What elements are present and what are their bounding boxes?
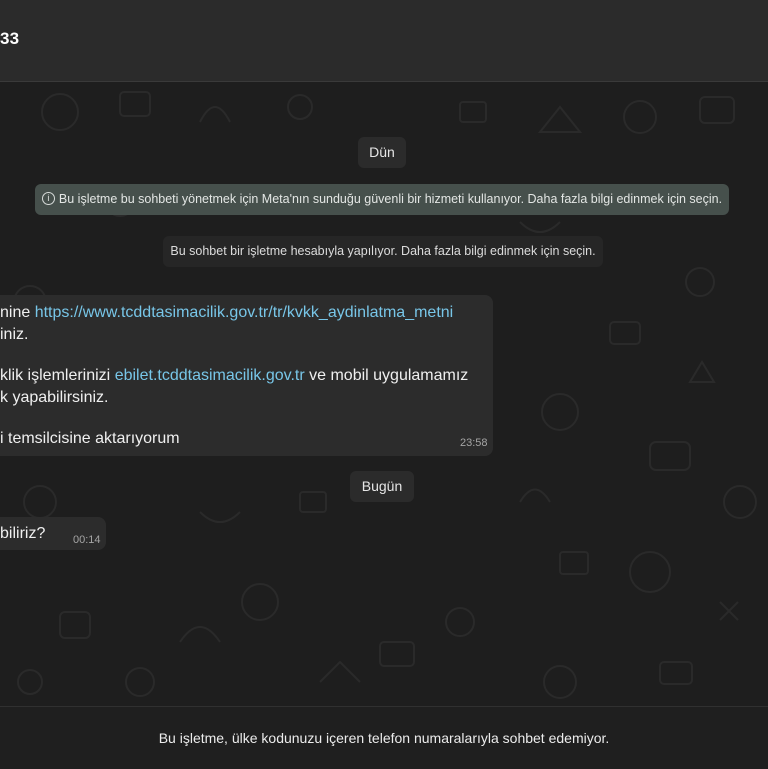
business-account-note[interactable]: Bu sohbet bir işletme hesabıyla yapılıyo… xyxy=(163,236,603,267)
ebilet-link[interactable]: ebilet.tcddtasimacilik.gov.tr xyxy=(115,367,305,384)
message-timestamp: 23:58 xyxy=(460,437,488,449)
message-line: biliriz? xyxy=(0,525,46,542)
composer-disabled-bar: Bu işletme, ülke kodunuzu içeren telefon… xyxy=(0,706,768,769)
message-line: klik işlemlerinizi ebilet.tcddtasimacili… xyxy=(0,367,469,384)
message-line: iniz. xyxy=(0,326,29,343)
message-line: nine https://www.tcddtasimacilik.gov.tr/… xyxy=(0,304,454,321)
cannot-chat-notice: Bu işletme, ülke kodunuzu içeren telefon… xyxy=(158,730,610,746)
meta-security-banner[interactable]: i Bu işletme bu sohbeti yönetmek için Met… xyxy=(35,184,729,215)
meta-banner-text: Bu işletme bu sohbeti yönetmek için Meta… xyxy=(58,192,723,206)
incoming-message-bubble[interactable]: biliriz? 00:14 xyxy=(0,517,106,550)
message-line: i temsilcisine aktarıyorum xyxy=(0,430,180,447)
date-separator-today: Bugün xyxy=(350,471,414,502)
kvkk-link[interactable]: https://www.tcddtasimacilik.gov.tr/tr/kv… xyxy=(35,304,454,321)
info-icon: i xyxy=(41,192,55,206)
chat-header[interactable]: 33 xyxy=(0,0,768,82)
message-line: k yapabilirsiniz. xyxy=(0,389,109,406)
message-timestamp: 00:14 xyxy=(73,534,101,546)
contact-name[interactable]: 33 xyxy=(0,29,19,49)
incoming-message-bubble[interactable]: nine https://www.tcddtasimacilik.gov.tr/… xyxy=(0,295,493,456)
message-list[interactable]: Dün i Bu işletme bu sohbeti yönetmek için… xyxy=(0,82,768,706)
date-separator-yesterday: Dün xyxy=(358,137,406,168)
